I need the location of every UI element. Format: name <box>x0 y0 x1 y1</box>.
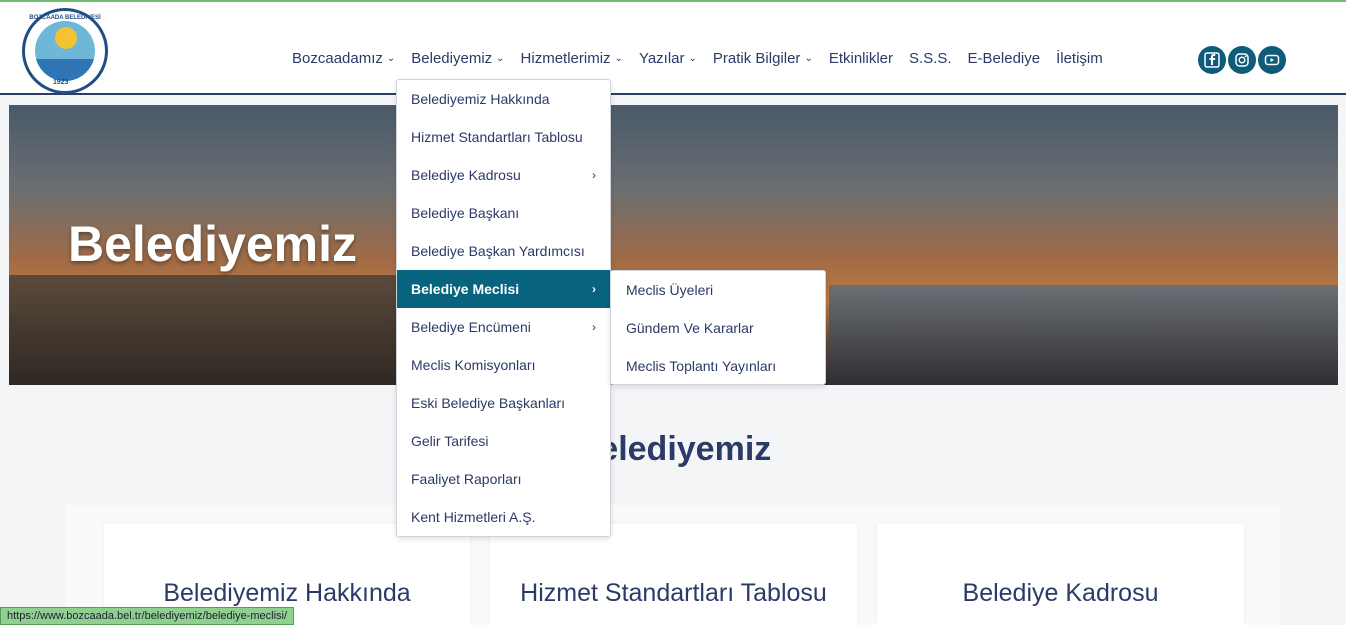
menu-item-label: Belediye Meclisi <box>411 281 520 297</box>
instagram-icon[interactable] <box>1228 46 1256 74</box>
youtube-icon[interactable] <box>1258 46 1286 74</box>
card-hizmet-standartlari[interactable]: Hizmet Standartları Tablosu <box>490 524 857 625</box>
menu-item[interactable]: Gelir Tarifesi <box>397 422 610 460</box>
menu-item-label: Belediye Encümeni <box>411 319 531 335</box>
nav-label: Pratik Bilgiler <box>712 50 801 67</box>
menu-item-label: Hizmet Standartları Tablosu <box>411 129 583 145</box>
menu-item-label: Gelir Tarifesi <box>411 433 489 449</box>
submenu-item[interactable]: Gündem Ve Kararlar <box>611 309 825 347</box>
nav-label: Yazılar <box>638 50 685 67</box>
menu-item-label: Belediye Başkanı <box>411 205 520 221</box>
site-header: BOZCAADA BELEDİYESİ 1923 Bozcaadamız ⌄ Be… <box>0 0 1346 95</box>
nav-yazilar[interactable]: Yazılar ⌄ <box>639 50 697 67</box>
chevron-down-icon: ⌄ <box>688 53 697 64</box>
submenu-item-label: Meclis Toplantı Yayınları <box>626 358 777 374</box>
menu-item[interactable]: Meclis Komisyonları <box>397 346 610 384</box>
menu-item-active[interactable]: Belediye Meclisi › <box>397 270 610 308</box>
nav-iletisim[interactable]: İletişim <box>1056 50 1103 67</box>
submenu-item-label: Gündem Ve Kararlar <box>626 320 754 336</box>
menu-item-label: Belediye Kadrosu <box>411 167 521 183</box>
menu-item[interactable]: Belediye Başkan Yardımcısı <box>397 232 610 270</box>
belediyemiz-dropdown-menu: Belediyemiz Hakkında Hizmet Standartları… <box>396 79 611 537</box>
hero-harbor-image <box>829 285 1338 385</box>
nav-label: Belediyemiz <box>411 50 493 67</box>
nav-sss[interactable]: S.S.S. <box>909 50 952 67</box>
facebook-icon[interactable] <box>1198 46 1226 74</box>
nav-e-belediye[interactable]: E-Belediye <box>968 50 1041 67</box>
chevron-down-icon: ⌄ <box>804 53 813 64</box>
nav-bozcaadamiz[interactable]: Bozcaadamız ⌄ <box>292 50 395 67</box>
nav-label: Bozcaadamız <box>292 50 383 67</box>
submenu-item[interactable]: Meclis Üyeleri <box>611 271 825 309</box>
belediye-meclisi-submenu: Meclis Üyeleri Gündem Ve Kararlar Meclis… <box>610 270 826 385</box>
menu-item-label: Meclis Komisyonları <box>411 357 536 373</box>
logo-year: 1923 <box>53 79 69 86</box>
menu-item-label: Eski Belediye Başkanları <box>411 395 566 411</box>
menu-item[interactable]: Belediye Başkanı <box>397 194 610 232</box>
menu-item[interactable]: Belediyemiz Hakkında <box>397 80 610 118</box>
chevron-down-icon: ⌄ <box>614 53 623 64</box>
status-bar-url: https://www.bozcaada.bel.tr/belediyemiz/… <box>0 607 295 625</box>
menu-item-label: Belediyemiz Hakkında <box>411 91 550 107</box>
chevron-right-icon: › <box>592 168 596 182</box>
card-label: Belediyemiz Hakkında <box>163 579 411 607</box>
chevron-right-icon: › <box>592 282 596 296</box>
main-nav: Bozcaadamız ⌄ Belediyemiz ⌄ Hizmetlerimiz ⌄… <box>292 50 1119 67</box>
hero-castle-image <box>9 275 409 385</box>
nav-label: S.S.S. <box>909 50 952 67</box>
chevron-down-icon: ⌄ <box>386 53 396 64</box>
nav-pratik-bilgiler[interactable]: Pratik Bilgiler ⌄ <box>713 50 813 67</box>
menu-item[interactable]: Kent Hizmetleri A.Ş. <box>397 498 610 536</box>
menu-item[interactable]: Hizmet Standartları Tablosu <box>397 118 610 156</box>
nav-label: Hizmetlerimiz <box>520 50 611 67</box>
logo-sea-icon <box>35 59 95 81</box>
nav-hizmetlerimiz[interactable]: Hizmetlerimiz ⌄ <box>521 50 623 67</box>
card-label: Hizmet Standartları Tablosu <box>520 579 827 607</box>
nav-label: E-Belediye <box>967 50 1041 67</box>
section-title: Belediyemiz <box>574 430 772 468</box>
menu-item[interactable]: Belediye Kadrosu › <box>397 156 610 194</box>
hero-title: Belediyemiz <box>68 216 358 272</box>
chevron-right-icon: › <box>592 320 596 334</box>
submenu-item-label: Meclis Üyeleri <box>626 282 714 298</box>
card-belediye-kadrosu[interactable]: Belediye Kadrosu <box>877 524 1244 625</box>
nav-belediyemiz[interactable]: Belediyemiz ⌄ <box>411 50 504 67</box>
logo-sun-icon <box>55 27 77 49</box>
site-logo[interactable]: BOZCAADA BELEDİYESİ 1923 <box>22 8 108 94</box>
nav-label: Etkinlikler <box>828 50 894 67</box>
social-links <box>1198 46 1286 74</box>
nav-etkinlikler[interactable]: Etkinlikler <box>829 50 893 67</box>
nav-label: İletişim <box>1056 50 1103 67</box>
submenu-item[interactable]: Meclis Toplantı Yayınları <box>611 347 825 385</box>
chevron-down-icon: ⌄ <box>496 53 505 64</box>
menu-item[interactable]: Faaliyet Raporları <box>397 460 610 498</box>
menu-item-label: Belediye Başkan Yardımcısı <box>411 243 585 259</box>
logo-emblem <box>35 21 95 81</box>
menu-item[interactable]: Belediye Encümeni › <box>397 308 610 346</box>
menu-item[interactable]: Eski Belediye Başkanları <box>397 384 610 422</box>
card-label: Belediye Kadrosu <box>962 579 1159 607</box>
menu-item-label: Kent Hizmetleri A.Ş. <box>411 509 536 525</box>
menu-item-label: Faaliyet Raporları <box>411 471 522 487</box>
